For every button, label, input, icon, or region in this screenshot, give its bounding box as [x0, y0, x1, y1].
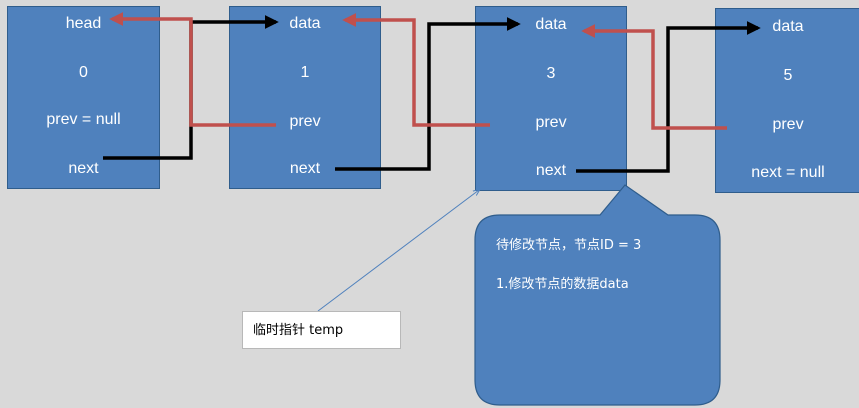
next-arrow-2-to-3: [576, 21, 761, 173]
temp-pointer-box: 临时指针 temp: [242, 311, 401, 349]
temp-pointer-label: 临时指针 temp: [253, 323, 344, 338]
prev-arrow-2-to-1: [342, 12, 490, 127]
callout-line-2: 1.修改节点的数据data: [496, 277, 629, 292]
temp-pointer-line: [317, 190, 479, 312]
next-arrow-1-to-2: [335, 17, 521, 171]
linked-list-connectors: [103, 11, 761, 406]
callout-bubble: [474, 184, 721, 406]
prev-arrow-1-to-0: [109, 11, 276, 127]
prev-arrow-3-to-2: [581, 24, 727, 130]
callout-line-1: 待修改节点，节点ID = 3: [496, 238, 642, 253]
